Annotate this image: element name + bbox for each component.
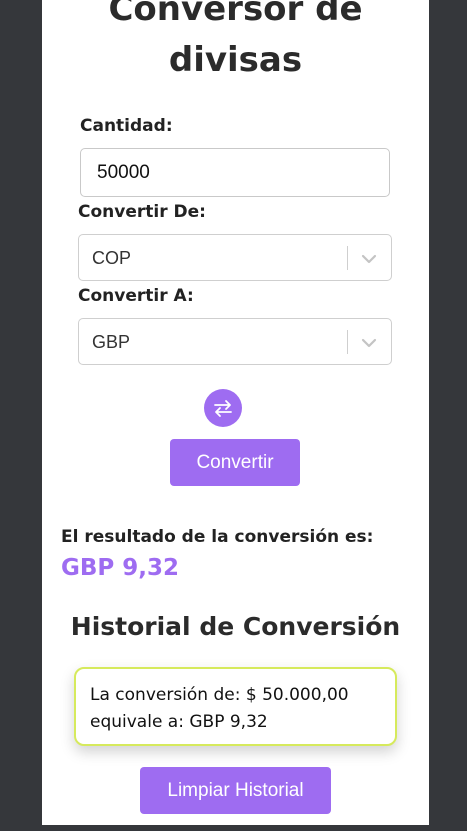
- result-value: GBP 9,32: [61, 555, 180, 581]
- to-currency-select[interactable]: GBP: [78, 318, 392, 365]
- result-label: El resultado de la conversión es:: [61, 527, 374, 547]
- converter-card: Conversor de divisas Cantidad: Convertir…: [42, 0, 429, 825]
- chevron-down-icon[interactable]: [359, 249, 379, 269]
- history-item: La conversión de: $ 50.000,00 equivale a…: [74, 667, 397, 746]
- swap-arrows-icon: [214, 400, 232, 417]
- from-currency-value: COP: [92, 248, 132, 268]
- amount-input[interactable]: [80, 148, 390, 197]
- history-item-line: La conversión de: $ 50.000,00: [90, 685, 349, 705]
- history-title: Historial de Conversión: [70, 612, 401, 641]
- to-currency-value: GBP: [92, 332, 131, 352]
- chevron-down-icon[interactable]: [359, 333, 379, 353]
- swap-currencies-button[interactable]: [204, 389, 242, 427]
- from-currency-select[interactable]: COP: [78, 234, 392, 281]
- to-currency-label: Convertir A:: [78, 286, 194, 306]
- select-separator: [347, 330, 348, 354]
- clear-history-button[interactable]: Limpiar Historial: [140, 767, 331, 814]
- select-separator: [347, 246, 348, 270]
- amount-label: Cantidad:: [80, 116, 173, 136]
- from-currency-label: Convertir De:: [78, 202, 206, 222]
- history-item-line: equivale a: GBP 9,32: [90, 712, 268, 732]
- convert-button[interactable]: Convertir: [170, 439, 300, 486]
- page-title: Conversor de divisas: [108, 0, 363, 80]
